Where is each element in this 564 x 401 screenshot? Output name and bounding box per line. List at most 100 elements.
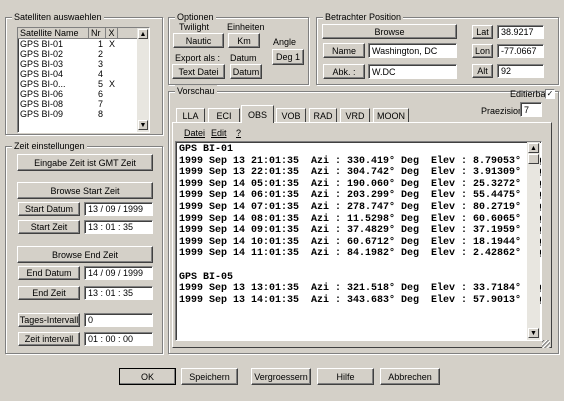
tages-intervall-label-button[interactable]: Tages-Intervall [18,313,80,327]
satellite-name: GPS BI-04 [20,69,64,79]
tab-lla[interactable]: LLA [176,108,205,123]
abbrechen-button[interactable]: Abbrechen [380,368,440,385]
start-zeit-field[interactable]: 13 : 01 : 35 [84,220,153,234]
time-group-title: Zeit einstellungen [12,140,87,152]
observation-line: 1999 Sep 13 22:01:35 Azi : 304.742° Deg … [179,167,542,179]
praezision-label: Praezision [481,106,524,116]
praezision-field[interactable]: 7 [520,102,542,117]
lat-field[interactable]: 38.9217 [497,25,544,39]
abk-label-button[interactable]: Abk. : [323,64,365,79]
lat-label-button[interactable]: Lat [472,25,493,39]
text-datei-button[interactable]: Text Datei [172,64,225,79]
datum-label: Datum [230,53,257,63]
start-datum-label-button[interactable]: Start Datum [18,202,80,216]
zeit-intervall-field[interactable]: 01 : 00 : 00 [84,332,153,346]
gmt-button[interactable]: Eingabe Zeit ist GMT Zeit [17,154,153,171]
preview-group-title: Vorschau [175,85,217,97]
scroll-thumb[interactable] [528,154,539,164]
tab-eci[interactable]: ECI [208,108,240,123]
satellite-name: GPS BI-03 [20,59,64,69]
satellite-row[interactable]: GPS BI-06 6 [18,89,149,99]
satellite-row[interactable]: GPS BI-08 7 [18,99,149,109]
col-name-header[interactable]: Satellite Name [18,28,89,38]
satellite-row[interactable]: GPS BI-02 2 [18,49,149,59]
tab-vrd[interactable]: VRD [340,108,370,123]
satellite-row[interactable]: GPS BI-04 4 [18,69,149,79]
scroll-down-icon[interactable]: ▼ [528,328,539,338]
alt-label-button[interactable]: Alt [472,64,493,78]
satellite-header-line: GPS BI-05 [179,271,234,283]
tab-rad[interactable]: RAD [309,108,337,123]
satellite-selected-mark [106,59,118,69]
lon-field[interactable]: -77.0667 [497,44,544,58]
observation-line: 1999 Sep 14 07:01:35 Azi : 278.747° Deg … [179,201,542,213]
satellite-nr: 2 [97,49,103,59]
editierbar-checkbox[interactable]: ✓ [545,89,555,99]
abk-field[interactable]: W.DC [368,64,457,79]
menu-datei[interactable]: Datei [184,128,205,139]
satellite-row[interactable]: GPS BI-0... 5 X [18,79,149,89]
preview-text-area[interactable]: GPS BI-01 1999 Sep 13 21:01:35 Azi : 330.… [175,141,542,341]
satellite-row[interactable]: GPS BI-01 1 X [18,39,149,49]
end-datum-label-button[interactable]: End Datum [18,266,80,280]
einheiten-label: Einheiten [227,22,265,32]
satellite-selected-mark [106,69,118,79]
satellite-name: GPS BI-0... [20,79,66,89]
km-button[interactable]: Km [228,33,260,48]
satellite-selected-mark [106,89,118,99]
satellite-nr: 7 [97,99,103,109]
nautic-button[interactable]: Nautic [173,33,224,48]
col-nr-header[interactable]: Nr [89,28,106,38]
scroll-up-icon[interactable]: ▲ [528,143,539,153]
start-zeit-label-button[interactable]: Start Zeit [18,220,80,234]
observation-line: 1999 Sep 14 09:01:35 Azi : 37.4829° Deg … [179,225,542,237]
name-label-button[interactable]: Name [323,43,365,58]
browse-start-button[interactable]: Browse Start Zeit [17,182,153,199]
satellite-selected-mark [106,49,118,59]
col-x-header[interactable]: X [106,28,118,38]
satellite-header-line: GPS BI-01 [179,144,234,155]
ok-button[interactable]: OK [119,368,176,385]
name-field[interactable]: Washington, DC [368,43,457,58]
satellite-name: GPS BI-06 [20,89,64,99]
tab-obs[interactable]: OBS [241,105,274,123]
menu-help[interactable]: ? [236,128,241,139]
satellite-row[interactable]: GPS BI-03 3 [18,59,149,69]
end-zeit-label-button[interactable]: End Zeit [18,286,80,300]
observation-line: 1999 Sep 14 08:01:35 Azi : 11.5298° Deg … [179,213,542,225]
start-datum-field[interactable]: 13 / 09 / 1999 [84,202,153,216]
deg1-button[interactable]: Deg 1 [272,49,304,65]
scroll-down-icon[interactable]: ▼ [138,120,148,130]
satellite-nr: 1 [97,39,103,49]
end-datum-field[interactable]: 14 / 09 / 1999 [84,266,153,280]
alt-field[interactable]: 92 [497,64,544,78]
tab-vob[interactable]: VOB [276,108,306,123]
browse-end-button[interactable]: Browse End Zeit [17,246,153,263]
lon-label-button[interactable]: Lon [472,44,493,58]
checkmark-icon: ✓ [546,89,554,98]
satellite-list[interactable]: Satellite Name Nr X GPS BI-01 1 X GPS BI-02… [17,27,150,133]
tages-intervall-field[interactable]: 0 [84,313,153,327]
end-zeit-field[interactable]: 13 : 01 : 35 [84,286,153,300]
satellite-row[interactable]: GPS BI-09 8 [18,109,149,119]
twilight-label: Twilight [179,22,210,32]
speichern-button[interactable]: Speichern [181,368,238,385]
datum-button[interactable]: Datum [230,64,262,79]
satellite-list-scrollbar[interactable]: ▲ ▼ [137,28,149,132]
observer-browse-button[interactable]: Browse [322,24,457,39]
vergroessern-button[interactable]: Vergroessern [251,368,311,385]
satellite-selected-mark: X [108,79,115,89]
observation-line [179,260,541,272]
scroll-up-icon[interactable]: ▲ [138,29,148,39]
tab-moon[interactable]: MOON [373,108,409,123]
hilfe-button[interactable]: Hilfe [317,368,374,385]
preview-vscroll[interactable]: ▲ ▼ [527,142,540,340]
satellite-selected-mark: X [108,39,115,49]
menu-edit[interactable]: Edit [211,128,227,139]
satellite-nr: 4 [97,69,103,79]
observation-line: 1999 Sep 13 21:01:35 Azi : 330.419° Deg … [179,155,542,167]
zeit-intervall-label-button[interactable]: Zeit intervall [18,332,80,346]
satellite-name: GPS BI-01 [20,39,64,49]
editierbar-label: Editierbar [510,89,549,99]
resize-grip-icon[interactable] [542,340,550,348]
